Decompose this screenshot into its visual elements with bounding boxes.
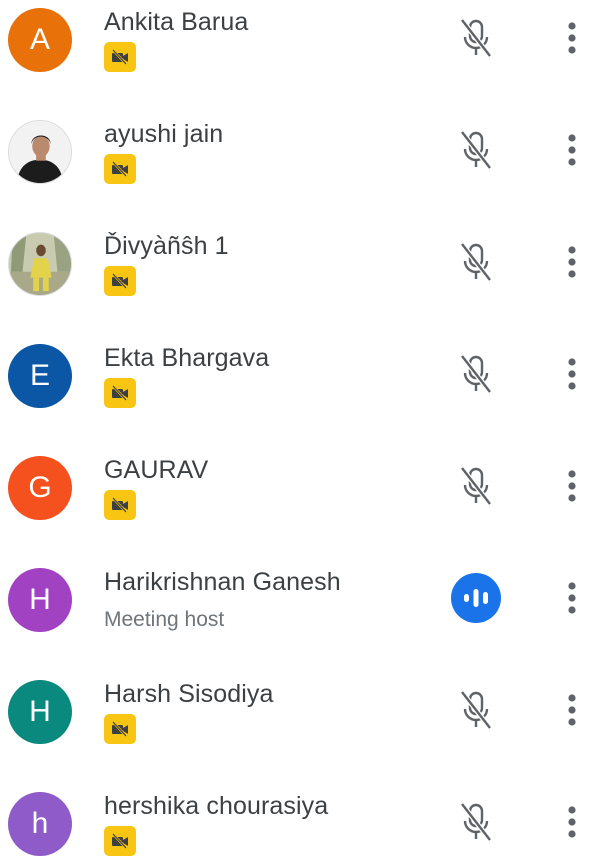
mic-off-icon[interactable] (452, 350, 500, 398)
audio-level-icon[interactable] (451, 573, 501, 623)
participant-row[interactable]: h hershika chourasiya (0, 784, 589, 858)
videocam-off-icon (104, 42, 136, 72)
participant-name: Ďivyàñŝh 1 (104, 232, 229, 260)
participant-name: Harikrishnan Ganesh (104, 568, 341, 596)
participants-list: A Ankita Barua ayushi jain Ďivyàñŝh 1 E … (0, 0, 589, 858)
avatar (8, 120, 72, 184)
avatar: G (8, 456, 72, 520)
more-vert-icon[interactable] (554, 574, 589, 622)
participant-name: GAURAV (104, 456, 209, 484)
mic-off-icon[interactable] (452, 14, 500, 62)
participant-name: hershika chourasiya (104, 792, 329, 820)
more-vert-icon[interactable] (554, 238, 589, 286)
avatar: A (8, 8, 72, 72)
more-vert-icon[interactable] (554, 462, 589, 510)
videocam-off-icon (104, 378, 136, 408)
avatar: E (8, 344, 72, 408)
participant-row[interactable]: E Ekta Bhargava (0, 336, 589, 448)
participant-name: Ekta Bhargava (104, 344, 270, 372)
videocam-off-icon (104, 826, 136, 856)
participant-row[interactable]: Ďivyàñŝh 1 (0, 224, 589, 336)
meeting-host-label: Meeting host (104, 608, 225, 631)
participant-name: ayushi jain (104, 120, 224, 148)
avatar (8, 232, 72, 296)
videocam-off-icon (104, 490, 136, 520)
participant-name: Harsh Sisodiya (104, 680, 274, 708)
mic-off-icon[interactable] (452, 238, 500, 286)
videocam-off-icon (104, 266, 136, 296)
participant-row[interactable]: H Harsh Sisodiya (0, 672, 589, 784)
participant-row[interactable]: ayushi jain (0, 112, 589, 224)
participant-name: Ankita Barua (104, 8, 249, 36)
more-vert-icon[interactable] (554, 14, 589, 62)
participant-row[interactable]: A Ankita Barua (0, 0, 589, 112)
mic-off-icon[interactable] (452, 462, 500, 510)
avatar: H (8, 680, 72, 744)
more-vert-icon[interactable] (554, 350, 589, 398)
participant-row[interactable]: H Harikrishnan Ganesh Meeting host (0, 560, 589, 672)
mic-off-icon[interactable] (452, 798, 500, 846)
avatar: H (8, 568, 72, 632)
avatar: h (8, 792, 72, 856)
more-vert-icon[interactable] (554, 686, 589, 734)
mic-off-icon[interactable] (452, 686, 500, 734)
participant-row[interactable]: G GAURAV (0, 448, 589, 560)
mic-off-icon[interactable] (452, 126, 500, 174)
more-vert-icon[interactable] (554, 126, 589, 174)
videocam-off-icon (104, 154, 136, 184)
more-vert-icon[interactable] (554, 798, 589, 846)
videocam-off-icon (104, 714, 136, 744)
